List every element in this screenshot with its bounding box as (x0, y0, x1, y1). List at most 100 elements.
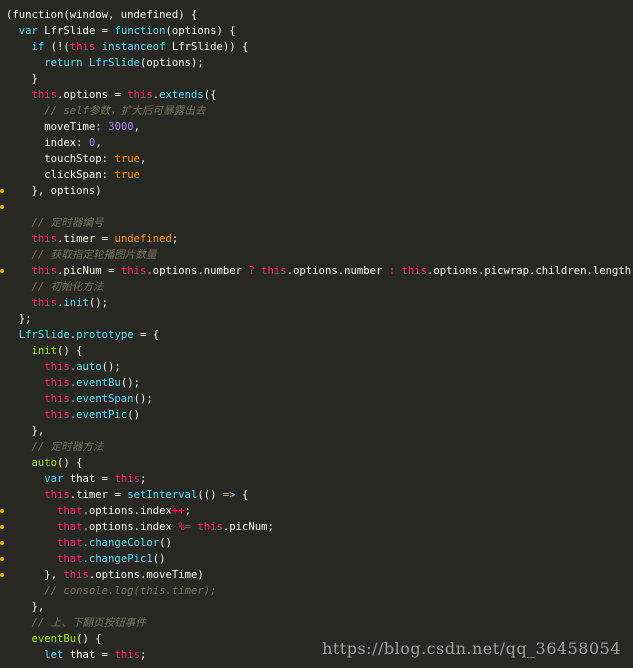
code-token: { (235, 489, 249, 501)
code-line[interactable]: init() { (6, 343, 83, 359)
code-token: = (95, 233, 115, 245)
code-line[interactable]: // 定时器编号 (6, 215, 104, 231)
code-token: true (114, 169, 140, 181)
code-line[interactable]: this.eventSpan(); (6, 391, 153, 407)
code-token: (); (133, 393, 153, 405)
code-line[interactable]: // 上、下翻页按钮事件 (6, 615, 147, 631)
code-line[interactable]: } (6, 71, 38, 87)
code-token: ({ (203, 89, 217, 101)
code-token: }; (6, 313, 32, 325)
code-token: .options.index (82, 521, 172, 533)
code-token: touchStop: (6, 153, 115, 165)
gutter-marker-icon (0, 509, 4, 513)
code-token: .extends (152, 89, 204, 101)
code-token: .changePic1 (82, 553, 153, 565)
code-line[interactable]: let that = this; (6, 647, 146, 663)
code-line[interactable]: this.timer = setInterval(() => { (6, 487, 248, 503)
code-token: let (6, 649, 70, 661)
code-line[interactable]: // 定时器方法 (6, 439, 104, 455)
code-token: , (133, 121, 140, 133)
code-token: } (6, 73, 38, 85)
code-line[interactable]: touchStop: true, (6, 151, 146, 167)
code-line[interactable]: this.options = this.extends({ (6, 87, 217, 103)
code-line[interactable]: that.changeColor() (6, 535, 172, 551)
code-line[interactable]: moveTime: 3000, (6, 119, 140, 135)
code-line[interactable]: this.auto(); (6, 359, 121, 375)
code-token: .options.number (286, 265, 383, 277)
code-token: this (63, 569, 89, 581)
code-token: LfrSlide (6, 329, 70, 341)
code-line[interactable]: return LfrSlide(options); (6, 55, 203, 71)
code-token: }, (6, 569, 64, 581)
code-line[interactable]: that.options.index %= this.picNum; (6, 519, 274, 535)
code-token: %= (171, 521, 198, 533)
code-line[interactable]: var that = this; (6, 471, 146, 487)
code-token: (options) { (165, 25, 236, 37)
code-token: that = (69, 649, 115, 661)
code-token: (); (101, 361, 121, 373)
code-token: function (114, 25, 166, 37)
code-line[interactable]: // 初始化方法 (6, 279, 104, 295)
code-token: that (6, 537, 83, 549)
code-line[interactable]: index: 0, (6, 135, 102, 151)
gutter-marker-icon (0, 525, 4, 529)
code-token: this (6, 89, 58, 101)
code-token: this (120, 265, 147, 277)
code-token: this (6, 233, 58, 245)
gutter-marker-icon (0, 189, 4, 193)
code-token: // 初始化方法 (6, 281, 104, 293)
code-line[interactable]: // 获取指定轮播图片数量 (6, 247, 157, 263)
code-token: () (127, 409, 140, 421)
watermark: https://blog.csdn.net/qq_36458054 (322, 639, 621, 658)
code-token: this (69, 41, 96, 53)
code-token: () { (76, 633, 102, 645)
code-line[interactable]: }, options) (6, 183, 102, 199)
code-line[interactable]: that.changePic1() (6, 551, 165, 567)
code-token: (() (197, 489, 223, 501)
code-token: this (401, 265, 427, 277)
code-token: , (95, 137, 102, 149)
code-token: this (127, 89, 153, 101)
code-line[interactable]: this.eventBu(); (6, 375, 140, 391)
code-token: this (261, 265, 287, 277)
code-token: .options.index (82, 505, 172, 517)
code-line[interactable]: }, (6, 423, 45, 439)
code-token: .eventPic (69, 409, 128, 421)
code-line[interactable]: if (!(this instanceof LfrSlide)) { (6, 39, 249, 55)
code-line[interactable]: }, this.options.moveTime) (6, 567, 203, 583)
code-token: auto (6, 457, 58, 469)
code-line[interactable]: this.picNum = this.options.number ? this… (6, 263, 633, 279)
code-line[interactable]: this.timer = undefined; (6, 231, 179, 247)
code-token: }, options) (6, 185, 102, 197)
code-line[interactable]: clickSpan: true (6, 167, 140, 183)
code-token: () { (57, 457, 83, 469)
code-token: LfrSlide (88, 57, 140, 69)
code-line[interactable]: }, (6, 599, 45, 615)
code-line[interactable]: eventBu() { (6, 631, 102, 647)
code-line[interactable]: that.options.index++; (6, 503, 191, 519)
code-token: that (6, 521, 83, 533)
code-token: (); (88, 297, 109, 309)
code-token: () (152, 553, 166, 565)
code-token: (!( (50, 41, 70, 53)
code-line[interactable]: LfrSlide.prototype = { (6, 327, 159, 343)
code-line[interactable]: auto() { (6, 455, 83, 471)
code-token: .changeColor (82, 537, 160, 549)
code-line[interactable]: // self参数，扩大后可暴露出去 (6, 103, 205, 119)
code-token: ? (242, 265, 262, 277)
code-token: }, (6, 425, 45, 437)
code-line[interactable]: this.init(); (6, 295, 109, 311)
code-token: .eventBu (69, 377, 121, 389)
code-token: ; (267, 521, 274, 533)
code-token: // 定时器方法 (6, 441, 104, 453)
code-line[interactable]: }; (6, 311, 32, 327)
code-line[interactable]: this.eventPic() (6, 407, 140, 423)
code-line[interactable]: // console.log(this.timer); (6, 583, 216, 599)
code-editor[interactable]: ˇ (function(window, undefined) { var Lfr… (0, 0, 633, 668)
code-token: this (6, 409, 70, 421)
code-token: .picNum (222, 521, 268, 533)
code-line[interactable]: var LfrSlide = function(options) { (6, 23, 236, 39)
code-line[interactable]: (function(window, undefined) { (6, 7, 197, 23)
code-token: undefined (114, 233, 172, 245)
code-token: = (101, 265, 121, 277)
